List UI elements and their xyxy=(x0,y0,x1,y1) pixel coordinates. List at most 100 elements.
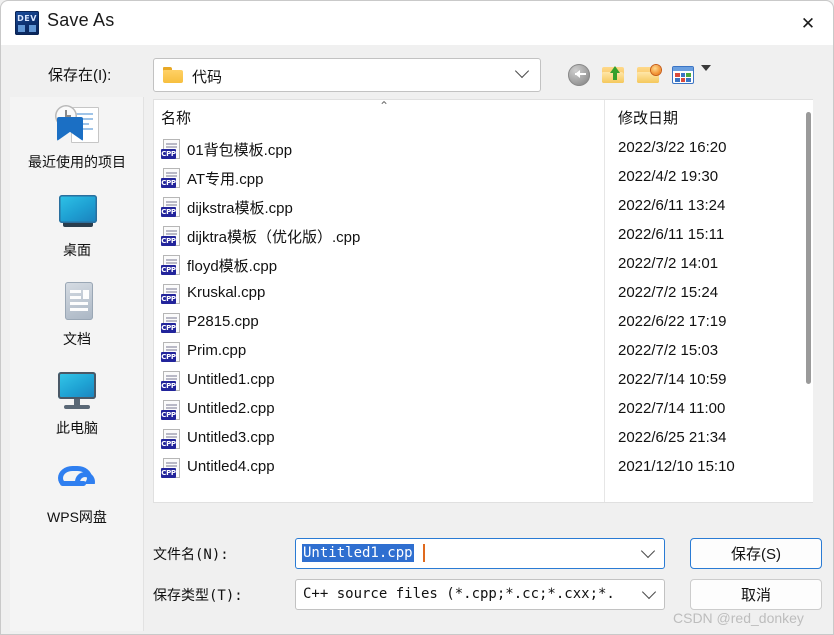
cpp-file-icon: CPP xyxy=(161,429,181,450)
views-button[interactable] xyxy=(671,62,697,88)
save-button-label: 保存(S) xyxy=(731,546,781,563)
file-type-label: 保存类型(T): xyxy=(153,588,243,604)
table-row[interactable]: CPP Untitled4.cpp 2021/12/10 15:10 xyxy=(154,454,799,483)
table-row[interactable]: CPP Untitled2.cpp 2022/7/14 11:00 xyxy=(154,396,799,425)
scrollbar-thumb[interactable] xyxy=(806,112,811,384)
folder-icon xyxy=(163,67,183,83)
places-bar: 最近使用的项目 桌面 文档 此电脑 WPS网盘 xyxy=(10,97,144,631)
save-button[interactable]: 保存(S) xyxy=(690,538,822,569)
look-in-combobox[interactable]: 代码 xyxy=(153,58,541,92)
chevron-down-icon[interactable] xyxy=(641,584,657,600)
file-list-rows: CPP 01背包模板.cpp 2022/3/22 16:20 CPP AT专用.cpp 2… xyxy=(154,135,799,502)
chevron-down-icon xyxy=(514,63,530,81)
file-type-value: C++ source files (*.cpp;*.cc;*.cxx;*. xyxy=(303,586,615,602)
look-in-label: 保存在(I): xyxy=(48,67,112,84)
table-row[interactable]: CPP Untitled1.cpp 2022/7/14 10:59 xyxy=(154,367,799,396)
devcpp-icon: DEV xyxy=(15,11,39,35)
file-date-cell: 2022/7/2 14:01 xyxy=(618,255,719,272)
desktop-icon xyxy=(51,191,103,237)
file-name-input[interactable]: Untitled1.cpp xyxy=(302,544,414,562)
table-row[interactable]: CPP floyd模板.cpp 2022/7/2 14:01 xyxy=(154,251,799,280)
file-list-scrollbar[interactable] xyxy=(804,100,813,502)
sidebar-item-wps-cloud[interactable]: WPS网盘 xyxy=(10,458,144,527)
file-name-cell: Untitled3.cpp xyxy=(187,429,275,446)
cpp-file-icon: CPP xyxy=(161,400,181,421)
recent-items-icon xyxy=(51,103,103,149)
sidebar-item-label: WPS网盘 xyxy=(47,509,107,525)
file-date-cell: 2022/6/11 13:24 xyxy=(618,197,726,214)
column-header-date-modified[interactable]: 修改日期 xyxy=(618,107,678,128)
sidebar-item-recent[interactable]: 最近使用的项目 xyxy=(10,103,144,172)
file-name-cell: dijkstra模板.cpp xyxy=(187,200,293,217)
file-type-combobox[interactable]: C++ source files (*.cpp;*.cc;*.cxx;*. xyxy=(295,579,665,610)
views-dropdown-button[interactable] xyxy=(701,65,711,89)
sidebar-item-label: 最近使用的项目 xyxy=(28,154,126,170)
file-name-cell: Kruskal.cpp xyxy=(187,284,266,301)
file-name-combobox[interactable]: Untitled1.cpp xyxy=(295,538,665,569)
file-name-cell: 01背包模板.cpp xyxy=(187,142,293,159)
file-name-cell: Untitled2.cpp xyxy=(187,400,275,417)
folder-new-icon xyxy=(637,65,661,84)
cancel-button-label: 取消 xyxy=(740,587,771,604)
this-pc-icon xyxy=(51,369,103,415)
file-name-cell: Prim.cpp xyxy=(187,342,247,359)
cpp-file-icon: CPP xyxy=(161,284,181,305)
column-header-name[interactable]: 名称 xyxy=(161,107,191,128)
file-date-cell: 2022/7/14 11:00 xyxy=(618,400,726,417)
table-row[interactable]: CPP Prim.cpp 2022/7/2 15:03 xyxy=(154,338,799,367)
cpp-file-icon: CPP xyxy=(161,313,181,334)
save-as-dialog: DEV Save As ✕ 保存在(I): 代码 最近使用的项目 桌面 文档 此… xyxy=(0,0,834,635)
table-row[interactable]: CPP P2815.cpp 2022/6/22 17:19 xyxy=(154,309,799,338)
window-title: Save As xyxy=(47,10,115,30)
cpp-file-icon: CPP xyxy=(161,168,181,189)
file-date-cell: 2022/7/2 15:03 xyxy=(618,342,719,359)
file-date-cell: 2022/6/22 17:19 xyxy=(618,313,727,330)
table-row[interactable]: CPP 01背包模板.cpp 2022/3/22 16:20 xyxy=(154,135,799,164)
chevron-down-icon xyxy=(701,65,711,88)
cpp-file-icon: CPP xyxy=(161,458,181,479)
chevron-down-icon[interactable] xyxy=(640,543,656,559)
file-date-cell: 2022/6/25 21:34 xyxy=(618,429,727,446)
file-date-cell: 2022/6/11 15:11 xyxy=(618,226,725,243)
file-date-cell: 2022/7/14 10:59 xyxy=(618,371,727,388)
table-row[interactable]: CPP dijktra模板（优化版）.cpp 2022/6/11 15:11 xyxy=(154,222,799,251)
table-row[interactable]: CPP AT专用.cpp 2022/4/2 19:30 xyxy=(154,164,799,193)
sidebar-item-label: 此电脑 xyxy=(56,420,98,436)
sort-ascending-icon[interactable]: ⌃ xyxy=(377,100,391,112)
documents-icon xyxy=(51,280,103,326)
close-icon: ✕ xyxy=(800,13,816,33)
sidebar-item-documents[interactable]: 文档 xyxy=(10,280,144,349)
file-name-cell: Untitled4.cpp xyxy=(187,458,275,475)
sidebar-item-label: 桌面 xyxy=(63,242,91,258)
file-name-cell: Untitled1.cpp xyxy=(187,371,275,388)
file-name-label: 文件名(N): xyxy=(153,547,229,563)
file-name-cell: floyd模板.cpp xyxy=(187,258,278,275)
sidebar-item-label: 文档 xyxy=(63,331,91,347)
cpp-file-icon: CPP xyxy=(161,255,181,276)
back-arrow-icon xyxy=(568,64,590,86)
cpp-file-icon: CPP xyxy=(161,139,181,160)
table-row[interactable]: CPP Kruskal.cpp 2022/7/2 15:24 xyxy=(154,280,799,309)
file-date-cell: 2022/3/22 16:20 xyxy=(618,139,727,156)
cpp-file-icon: CPP xyxy=(161,371,181,392)
file-date-cell: 2021/12/10 15:10 xyxy=(618,458,735,475)
file-name-cell: P2815.cpp xyxy=(187,313,259,330)
sidebar-item-this-pc[interactable]: 此电脑 xyxy=(10,369,144,438)
file-date-cell: 2022/4/2 19:30 xyxy=(618,168,719,185)
watermark: CSDN @red_donkey xyxy=(673,610,804,626)
cpp-file-icon: CPP xyxy=(161,226,181,247)
create-new-folder-button[interactable] xyxy=(636,62,662,88)
wps-cloud-icon xyxy=(51,458,103,504)
up-one-level-button[interactable] xyxy=(601,62,627,88)
title-bar: DEV Save As ✕ xyxy=(1,1,833,45)
back-button[interactable] xyxy=(566,62,592,88)
folder-up-icon xyxy=(602,66,625,84)
sidebar-item-desktop[interactable]: 桌面 xyxy=(10,191,144,260)
cpp-file-icon: CPP xyxy=(161,342,181,363)
table-row[interactable]: CPP Untitled3.cpp 2022/6/25 21:34 xyxy=(154,425,799,454)
dialog-toolbar xyxy=(561,59,721,93)
cancel-button[interactable]: 取消 xyxy=(690,579,822,610)
close-button[interactable]: ✕ xyxy=(783,1,833,45)
table-row[interactable]: CPP dijkstra模板.cpp 2022/6/11 13:24 xyxy=(154,193,799,222)
text-caret xyxy=(423,544,425,562)
